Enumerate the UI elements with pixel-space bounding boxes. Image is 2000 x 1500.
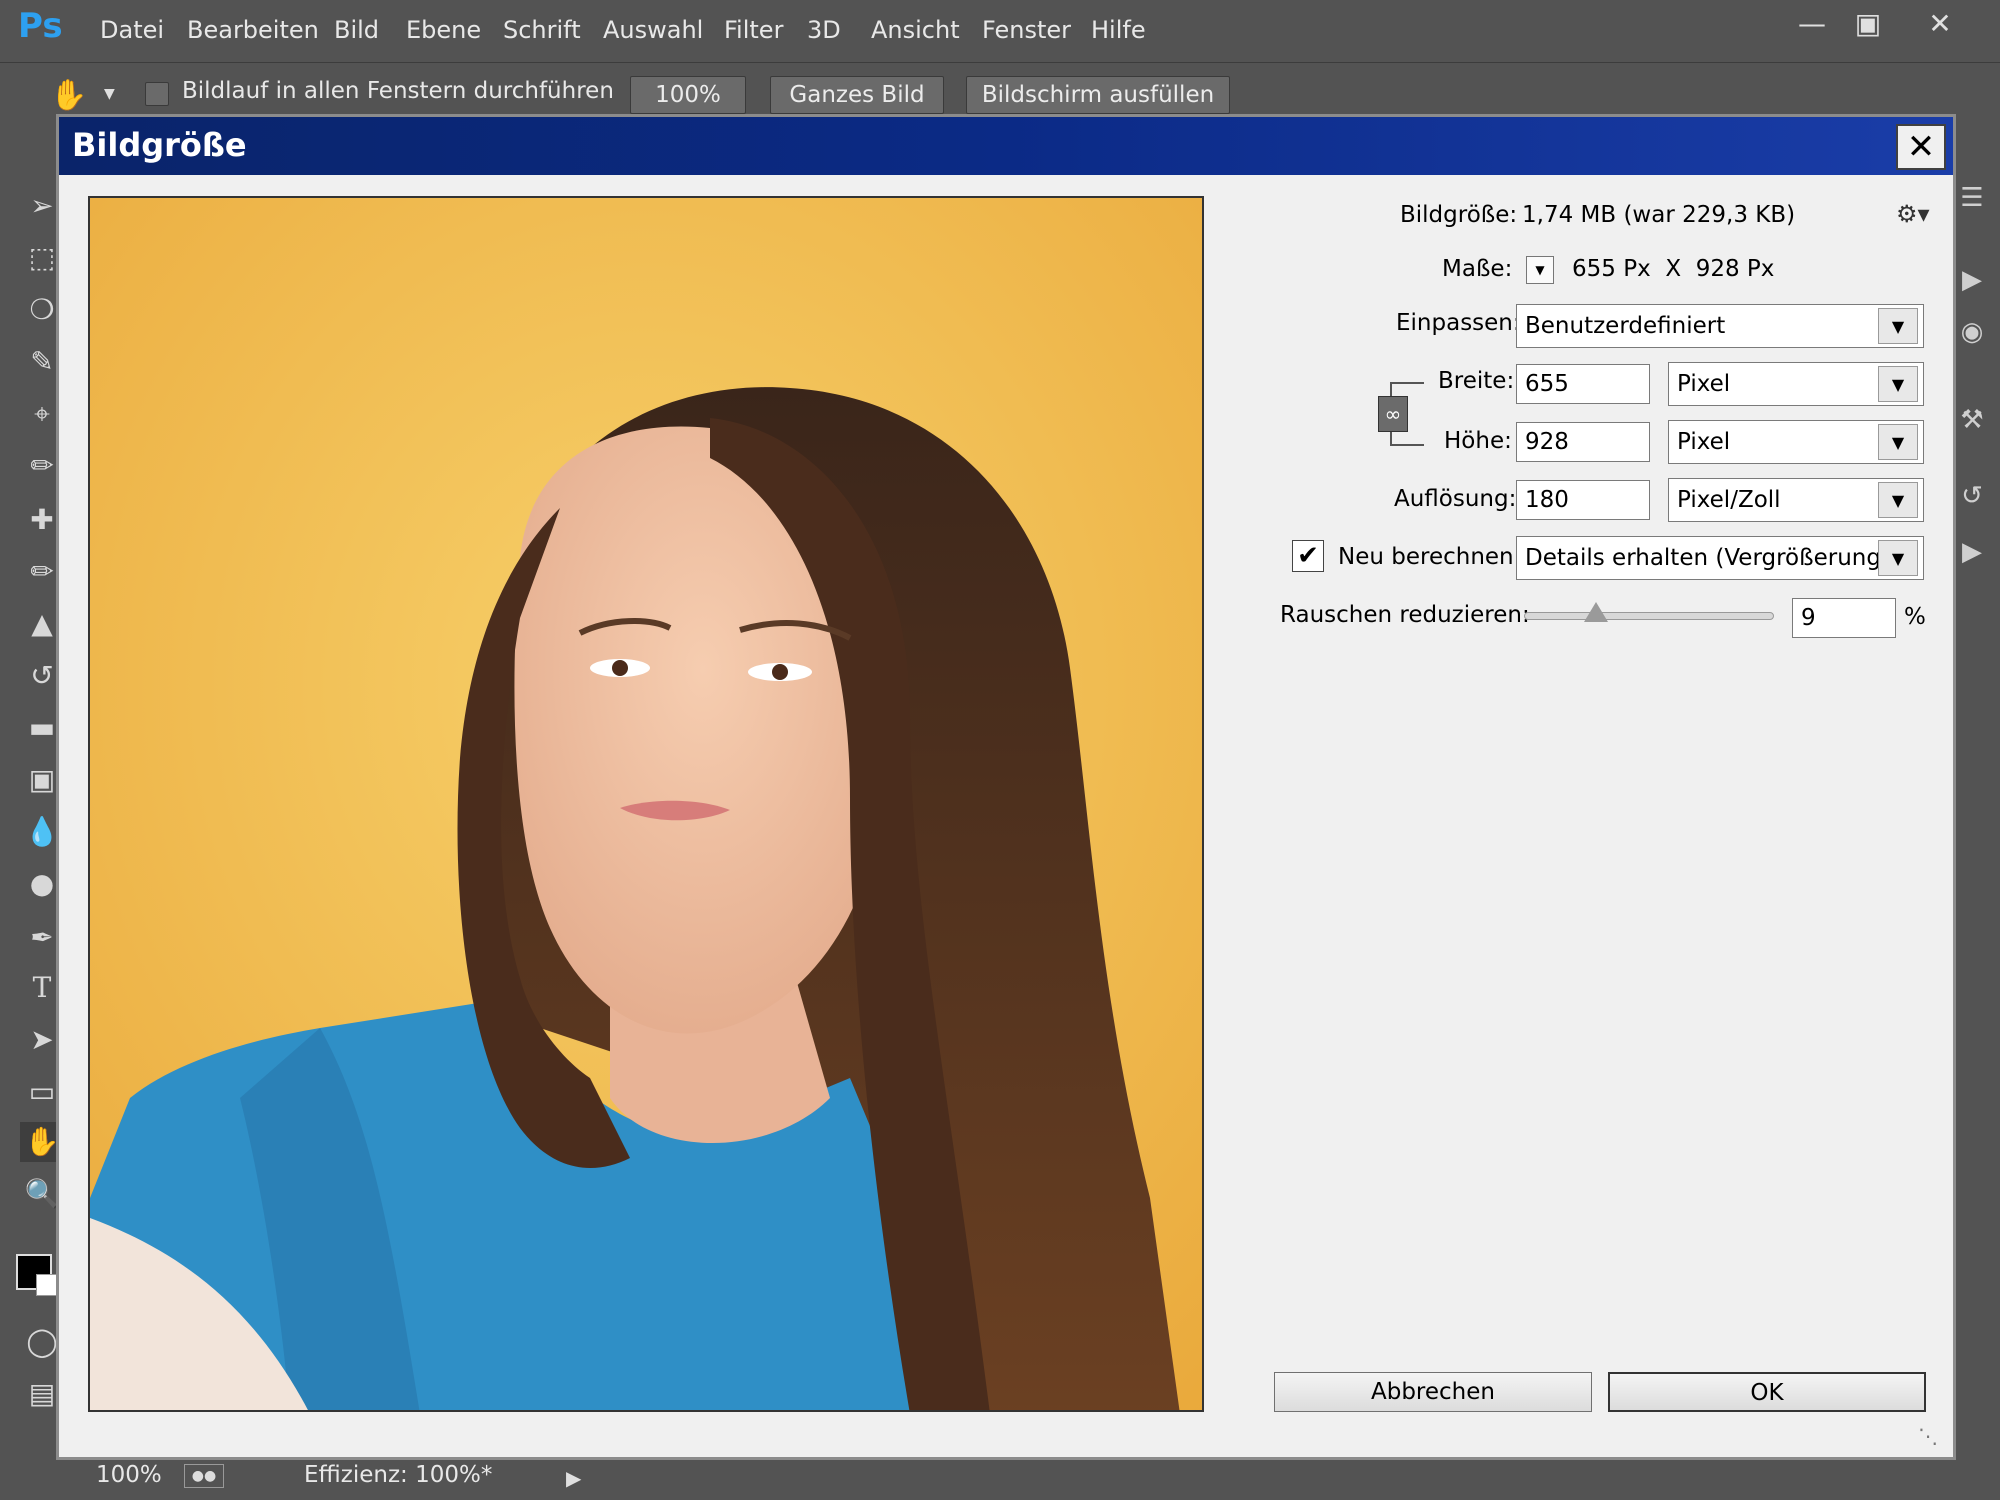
chevron-down-icon[interactable]: ▼: [1878, 482, 1918, 518]
dialog-title: Bildgröße: [72, 126, 247, 164]
noise-label: Rauschen reduzieren:: [1280, 602, 1530, 628]
background-color-swatch[interactable]: [36, 1274, 58, 1296]
width-unit-value: Pixel: [1677, 371, 1731, 397]
chevron-down-icon[interactable]: ▼: [1878, 540, 1918, 576]
noise-unit: %: [1904, 604, 1926, 630]
menu-item-schrift[interactable]: Schrift: [503, 16, 581, 44]
image-size-value: 1,74 MB (war 229,3 KB): [1522, 202, 1796, 228]
fill-screen-button[interactable]: Bildschirm ausfüllen: [966, 76, 1230, 114]
resolution-input[interactable]: 180: [1516, 480, 1650, 520]
height-input[interactable]: 928: [1516, 422, 1650, 462]
menu-item-3d[interactable]: 3D: [807, 16, 841, 44]
close-icon[interactable]: ✕: [1896, 124, 1946, 170]
maximize-icon[interactable]: ▣: [1840, 6, 1896, 42]
chevron-down-icon[interactable]: ▼: [104, 86, 115, 102]
play-icon[interactable]: ▶: [1952, 260, 1992, 300]
dimensions-unit-dropdown[interactable]: ▼: [1526, 256, 1554, 284]
dimensions-value: 655 Px X 928 Px: [1572, 256, 1775, 282]
menu-item-hilfe[interactable]: Hilfe: [1091, 16, 1146, 44]
fit-dropdown[interactable]: Benutzerdefiniert: [1516, 304, 1924, 348]
fit-screen-button[interactable]: Ganzes Bild: [770, 76, 944, 114]
resize-grip-icon[interactable]: ⋱: [1918, 1424, 1938, 1448]
resample-dropdown[interactable]: Details erhalten (Vergrößerung): [1516, 536, 1924, 580]
dimensions-label: Maße:: [1442, 256, 1513, 282]
resample-checkbox[interactable]: ✔: [1292, 540, 1324, 572]
close-icon[interactable]: ✕: [1912, 6, 1968, 42]
noise-slider-track[interactable]: [1524, 612, 1774, 620]
chevron-down-icon[interactable]: ▼: [1878, 424, 1918, 460]
ok-button[interactable]: OK: [1608, 1372, 1926, 1412]
menu-item-filter[interactable]: Filter: [724, 16, 783, 44]
noise-input[interactable]: 9: [1792, 598, 1896, 638]
width-input[interactable]: 655: [1516, 364, 1650, 404]
dialog-title-bar: [59, 117, 1953, 175]
play-icon[interactable]: ▶: [1952, 532, 1992, 572]
menu-item-datei[interactable]: Datei: [100, 16, 164, 44]
cancel-button[interactable]: Abbrechen: [1274, 1372, 1592, 1412]
panel-icon[interactable]: ⚒: [1952, 400, 1992, 440]
menu-item-ansicht[interactable]: Ansicht: [871, 16, 960, 44]
status-zoom: 100%: [96, 1462, 162, 1488]
zoom-100-button[interactable]: 100%: [630, 76, 746, 114]
gear-icon[interactable]: ⚙▾: [1896, 200, 1930, 228]
menu-item-bild[interactable]: Bild: [334, 16, 379, 44]
resample-value: Details erhalten (Vergrößerung): [1525, 545, 1890, 571]
portrait-image: [90, 198, 1202, 1410]
minimize-icon[interactable]: —: [1784, 6, 1840, 42]
link-icon[interactable]: ∞: [1378, 396, 1408, 432]
scroll-all-windows-label: Bildlauf in allen Fenstern durchführen: [182, 78, 614, 104]
width-label: Breite:: [1438, 368, 1515, 394]
status-efficiency: Effizienz: 100%*: [304, 1462, 493, 1488]
menu-item-bearbeiten[interactable]: Bearbeiten: [187, 16, 319, 44]
noise-slider-thumb[interactable]: [1584, 602, 1608, 622]
height-unit-value: Pixel: [1677, 429, 1731, 455]
fit-label: Einpassen:: [1396, 310, 1521, 336]
menu-item-fenster[interactable]: Fenster: [982, 16, 1071, 44]
chevron-down-icon[interactable]: ▼: [1878, 308, 1918, 344]
fit-value: Benutzerdefiniert: [1525, 313, 1726, 339]
chevron-down-icon[interactable]: ▼: [1878, 366, 1918, 402]
scroll-all-windows-checkbox[interactable]: [145, 82, 169, 106]
resolution-unit-value: Pixel/Zoll: [1677, 487, 1781, 513]
resolution-label: Auflösung:: [1394, 486, 1517, 512]
image-size-label: Bildgröße:: [1400, 202, 1518, 228]
resample-label: Neu berechnen:: [1338, 544, 1522, 570]
menu-item-auswahl[interactable]: Auswahl: [603, 16, 703, 44]
panel-icon[interactable]: ☰: [1952, 178, 1992, 218]
history-icon[interactable]: ↺: [1952, 476, 1992, 516]
panel-icon[interactable]: ◉: [1952, 312, 1992, 352]
height-label: Höhe:: [1444, 428, 1512, 454]
photoshop-logo: Ps: [18, 6, 63, 46]
hand-tool-icon[interactable]: ✋: [50, 78, 87, 113]
image-preview[interactable]: [88, 196, 1204, 1412]
status-arrow-icon[interactable]: ▶: [566, 1466, 581, 1490]
menu-item-ebene[interactable]: Ebene: [406, 16, 481, 44]
status-info-icon[interactable]: ●●: [184, 1464, 224, 1488]
